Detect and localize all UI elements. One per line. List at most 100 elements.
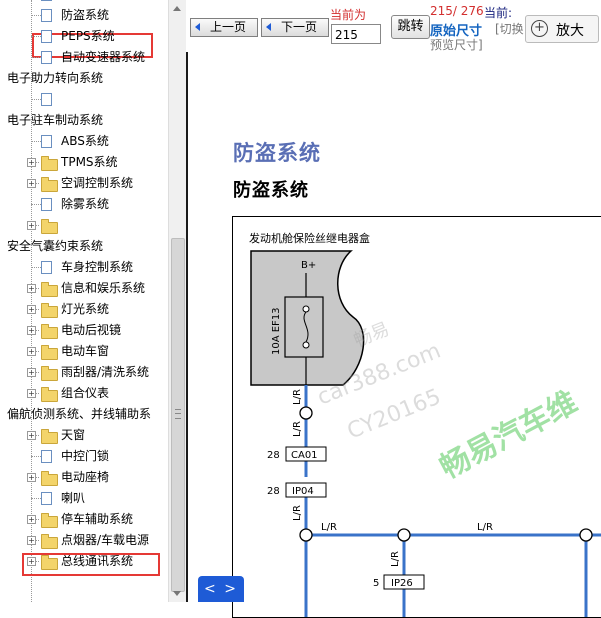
expand-plus-icon[interactable]: + (27, 284, 36, 293)
preview-size-link[interactable]: 预览尺寸] (430, 36, 483, 53)
tree-item[interactable]: + 点烟器/车载电源 (0, 530, 168, 551)
zoom-label: 放大 (556, 23, 584, 39)
tree-item-label: 车身控制系统 (61, 260, 134, 274)
expand-plus-icon[interactable]: + (27, 515, 36, 524)
tree-item[interactable]: + 电动后视镜 (0, 320, 168, 341)
page-label: 当前为 (330, 8, 367, 22)
navigation-tree: 巡航控制系统防盗系统PEPS系统自动变速器系统电子助力转向系统电子驻车制动系统A… (0, 0, 168, 602)
tree-item[interactable]: ABS系统 (0, 131, 168, 152)
document-icon (41, 492, 52, 505)
expand-plus-icon[interactable]: + (27, 389, 36, 398)
zoom-plus-icon: + (531, 20, 548, 37)
connector-name: IP26 (391, 578, 413, 589)
expand-plus-icon[interactable]: + (27, 536, 36, 545)
tree-item-label: 偏航侦测系统、并线辅助系 (7, 407, 152, 421)
document-icon (41, 51, 52, 64)
tree-item-label: 安全气囊约束系统 (7, 239, 104, 253)
tree-connector (31, 99, 41, 100)
fuse-box-title: 发动机舱保险丝继电器盒 (249, 231, 370, 245)
connector-pin: 28 (267, 450, 280, 461)
tree-item[interactable]: 中控门锁 (0, 446, 168, 467)
connector-pin: 5 (373, 578, 379, 589)
expand-plus-icon[interactable]: + (27, 473, 36, 482)
connector-pin: 28 (267, 486, 280, 497)
scroll-thumb[interactable] (171, 238, 185, 592)
tree-item-label: 防盗系统 (61, 8, 110, 22)
tree-item-label: 空调控制系统 (61, 176, 134, 190)
tree-item[interactable]: 自动变速器系统 (0, 47, 168, 68)
tree-scrollbar[interactable] (168, 0, 186, 602)
tree-item[interactable]: 车身控制系统 (0, 257, 168, 278)
tree-item[interactable]: + 雨刮器/清洗系统 (0, 362, 168, 383)
page-number-input[interactable]: 215 (331, 24, 381, 44)
expand-plus-icon[interactable]: + (27, 431, 36, 440)
tree-item[interactable]: + 停车辅助系统 (0, 509, 168, 530)
tree-item[interactable]: + 电动车窗 (0, 341, 168, 362)
scroll-up-arrow-icon[interactable] (173, 6, 181, 11)
tree-item[interactable]: + 灯光系统 (0, 299, 168, 320)
nav-toggle-button[interactable]: < > (198, 576, 244, 602)
tree-connector (31, 456, 41, 457)
connector-name: IP04 (292, 486, 314, 497)
document-viewer[interactable]: 防盗系统 防盗系统 发动机舱保险丝继电器盒 B+ 10A EF13 L/R L/… (186, 52, 601, 618)
viewer-border (186, 52, 188, 602)
tree-item[interactable]: + 电动座椅 (0, 467, 168, 488)
zoom-in-button[interactable]: + 放大 (525, 15, 599, 43)
wire-label: L/R (390, 551, 401, 567)
tree-item-label: 点烟器/车载电源 (61, 533, 150, 547)
tree-item[interactable]: + 信息和娱乐系统 (0, 278, 168, 299)
wire-junction (299, 406, 313, 420)
fuse-label: 10A EF13 (271, 307, 282, 355)
document-icon (41, 450, 52, 463)
tree-item-label: 灯光系统 (61, 302, 110, 316)
tree-item[interactable]: 偏航侦测系统、并线辅助系 (0, 404, 168, 425)
tree-item-label: PEPS系统 (61, 29, 115, 43)
tree-item-label: 雨刮器/清洗系统 (61, 365, 150, 379)
tree-connector (31, 57, 41, 58)
expand-plus-icon[interactable]: + (27, 221, 36, 230)
switch-link[interactable]: [切换 (495, 20, 524, 37)
tree-item[interactable]: 电子助力转向系统 (0, 68, 168, 89)
tree-connector (31, 15, 41, 16)
tree-item[interactable]: + 天窗 (0, 425, 168, 446)
scroll-down-arrow-icon[interactable] (173, 591, 181, 596)
expand-plus-icon[interactable]: + (27, 305, 36, 314)
tree-item-label: 电动后视镜 (61, 323, 122, 337)
expand-plus-icon[interactable]: + (27, 179, 36, 188)
folder-icon (41, 366, 58, 381)
highlighted-item-box (22, 553, 160, 576)
wiring-diagram-frame: 发动机舱保险丝继电器盒 B+ 10A EF13 L/R L/R L/R L/R … (232, 216, 601, 618)
go-button[interactable]: 跳转 (391, 15, 430, 39)
tree-item-label: 自动变速器系统 (61, 50, 146, 64)
folder-icon (41, 387, 58, 402)
expand-plus-icon[interactable]: + (27, 158, 36, 167)
wire-junction (579, 528, 593, 542)
tree-item[interactable]: + TPMS系统 (0, 152, 168, 173)
left-triangle-icon (266, 23, 271, 31)
tree-item[interactable]: + (0, 215, 168, 236)
tree-item[interactable]: 安全气囊约束系统 (0, 236, 168, 257)
next-page-label: 下一页 (280, 20, 317, 34)
tree-item-label: 天窗 (61, 428, 86, 442)
tree-item[interactable]: + 组合仪表 (0, 383, 168, 404)
tree-item[interactable]: + 空调控制系统 (0, 173, 168, 194)
expand-plus-icon[interactable]: + (27, 347, 36, 356)
document-icon (41, 261, 52, 274)
tree-item[interactable]: 防盗系统 (0, 5, 168, 26)
next-page-button[interactable]: 下一页 (261, 18, 329, 37)
tree-item-label: 电子助力转向系统 (7, 71, 104, 85)
tree-item[interactable]: 除雾系统 (0, 194, 168, 215)
tree-item-label: ABS系统 (61, 134, 109, 148)
prev-page-button[interactable]: 上一页 (190, 18, 258, 37)
tree-item-label: 电动座椅 (61, 470, 110, 484)
folder-icon (41, 429, 58, 444)
expand-plus-icon[interactable]: + (27, 368, 36, 377)
document-icon (41, 135, 52, 148)
expand-plus-icon[interactable]: + (27, 326, 36, 335)
tree-item[interactable] (0, 89, 168, 110)
tree-item[interactable]: 喇叭 (0, 488, 168, 509)
tree-item[interactable]: 电子驻车制动系统 (0, 110, 168, 131)
wire-junction (397, 528, 411, 542)
fuse-terminal (302, 341, 310, 349)
tree-item[interactable]: PEPS系统 (0, 26, 168, 47)
